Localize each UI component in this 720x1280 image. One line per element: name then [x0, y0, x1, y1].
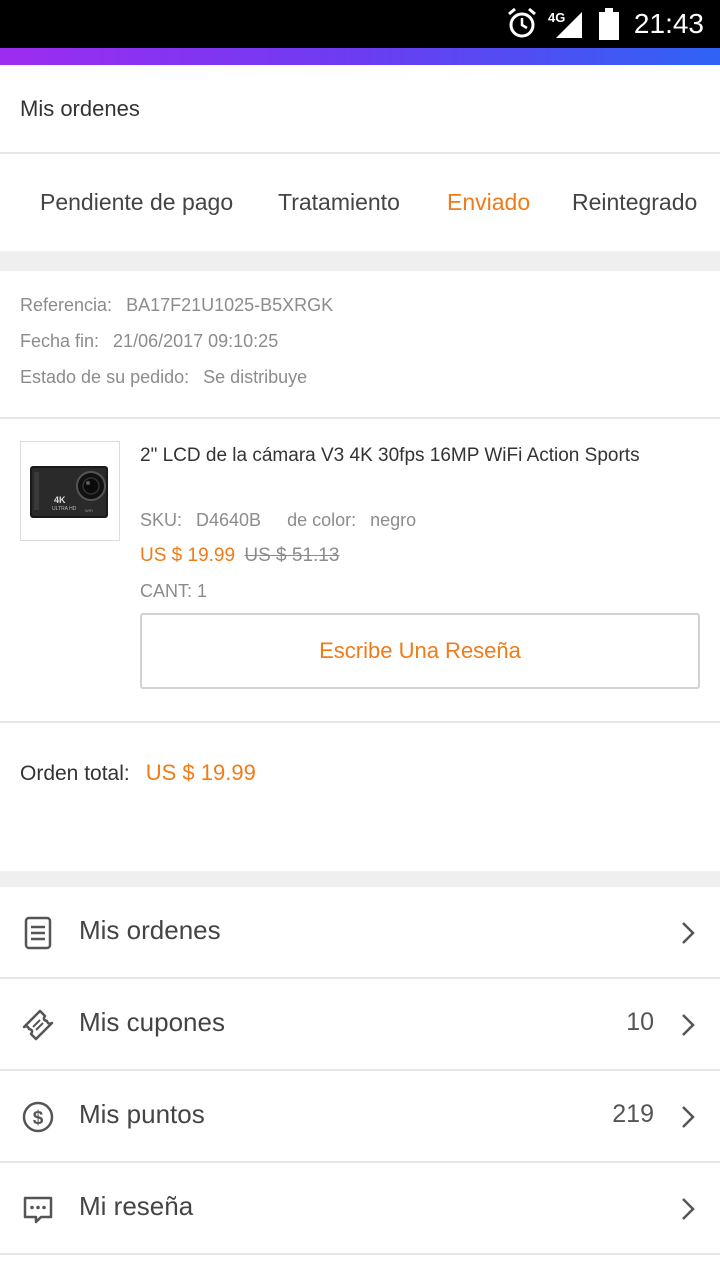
- accent-gradient-bar: [0, 48, 720, 65]
- order-total-amount: US $ 19.99: [145, 760, 256, 785]
- order-status-tabs: Pendiente de pago Tratamiento Enviado Re…: [0, 155, 720, 251]
- order-product: 4K ULTRA HD WiFi 2" LCD de la cámara V3 …: [0, 420, 720, 723]
- status-value: Se distribuye: [203, 367, 308, 387]
- tab-shipped[interactable]: Enviado: [447, 189, 530, 216]
- svg-text:ULTRA HD: ULTRA HD: [52, 506, 77, 512]
- menu-item-label: Mis ordenes: [79, 915, 221, 945]
- date-row: Fecha fin: 21/06/2017 09:10:25: [20, 331, 278, 352]
- product-quantity: CANT: 1: [140, 581, 208, 601]
- points-count: 219: [612, 1100, 654, 1128]
- reference-label: Referencia:: [20, 295, 113, 315]
- product-attributes: SKU: D4640B de color: negro: [140, 510, 416, 531]
- status-label: Estado de su pedido:: [20, 367, 190, 387]
- product-thumbnail[interactable]: 4K ULTRA HD WiFi: [20, 441, 120, 541]
- order-total-label: Orden total:: [20, 762, 130, 785]
- page-header: Mis ordenes: [0, 65, 720, 154]
- svg-text:$: $: [33, 1108, 44, 1129]
- reference-row: Referencia: BA17F21U1025-B5XRGK: [20, 295, 333, 316]
- date-value: 21/06/2017 09:10:25: [113, 331, 279, 351]
- status-row: Estado de su pedido: Se distribuye: [20, 367, 307, 388]
- menu-item-my-coupons[interactable]: Mis cupones 10: [0, 979, 720, 1071]
- coupon-icon: [22, 1009, 54, 1041]
- reference-value: BA17F21U1025-B5XRGK: [126, 295, 334, 315]
- menu-item-my-points[interactable]: $ Mis puntos 219: [0, 1071, 720, 1163]
- current-price: US $ 19.99: [140, 545, 236, 566]
- product-price: US $ 19.99 US $ 51.13: [140, 545, 339, 567]
- menu-item-label: Mis cupones: [79, 1007, 225, 1037]
- color-value: negro: [370, 510, 417, 530]
- menu-item-my-reviews[interactable]: Mi reseña: [0, 1163, 720, 1255]
- alarm-clock-icon: [508, 7, 536, 38]
- status-time: 21:43: [633, 8, 704, 39]
- signal-icon: [556, 12, 582, 38]
- chevron-right-icon: [682, 1014, 695, 1036]
- action-camera-image: 4K ULTRA HD WiFi: [30, 466, 108, 518]
- status-bar: 4G 21:43: [0, 0, 720, 48]
- section-divider: [0, 251, 720, 271]
- battery-icon: [599, 8, 619, 40]
- original-price: US $ 51.13: [244, 545, 340, 566]
- svg-text:WiFi: WiFi: [85, 508, 93, 513]
- chat-bubble-icon: [23, 1196, 53, 1224]
- chevron-right-icon: [682, 1106, 695, 1128]
- write-review-button[interactable]: Escribe Una Reseña: [140, 613, 700, 689]
- tab-refunded[interactable]: Reintegrado: [572, 189, 697, 216]
- tab-pending-payment[interactable]: Pendiente de pago: [40, 189, 233, 216]
- dollar-coin-icon: $: [22, 1101, 54, 1133]
- document-icon: [24, 916, 52, 950]
- chevron-right-icon: [682, 1198, 695, 1220]
- date-label: Fecha fin:: [20, 331, 100, 351]
- order-total: Orden total: US $ 19.99: [20, 760, 256, 786]
- order-info: Referencia: BA17F21U1025-B5XRGK Fecha fin…: [0, 271, 720, 419]
- page-title: Mis ordenes: [20, 96, 140, 121]
- color-label: de color:: [287, 510, 357, 530]
- sku-label: SKU:: [140, 510, 183, 530]
- coupon-count: 10: [626, 1008, 654, 1036]
- section-divider: [0, 871, 720, 887]
- svg-text:4K: 4K: [54, 495, 66, 505]
- menu-item-label: Mis puntos: [79, 1099, 205, 1129]
- chevron-right-icon: [682, 922, 695, 944]
- sku-value: D4640B: [196, 510, 262, 530]
- menu-item-my-orders[interactable]: Mis ordenes: [0, 887, 720, 979]
- tab-processing[interactable]: Tratamiento: [278, 189, 400, 216]
- menu-item-label: Mi reseña: [79, 1191, 194, 1221]
- product-name[interactable]: 2" LCD de la cámara V3 4K 30fps 16MP WiF…: [140, 444, 700, 468]
